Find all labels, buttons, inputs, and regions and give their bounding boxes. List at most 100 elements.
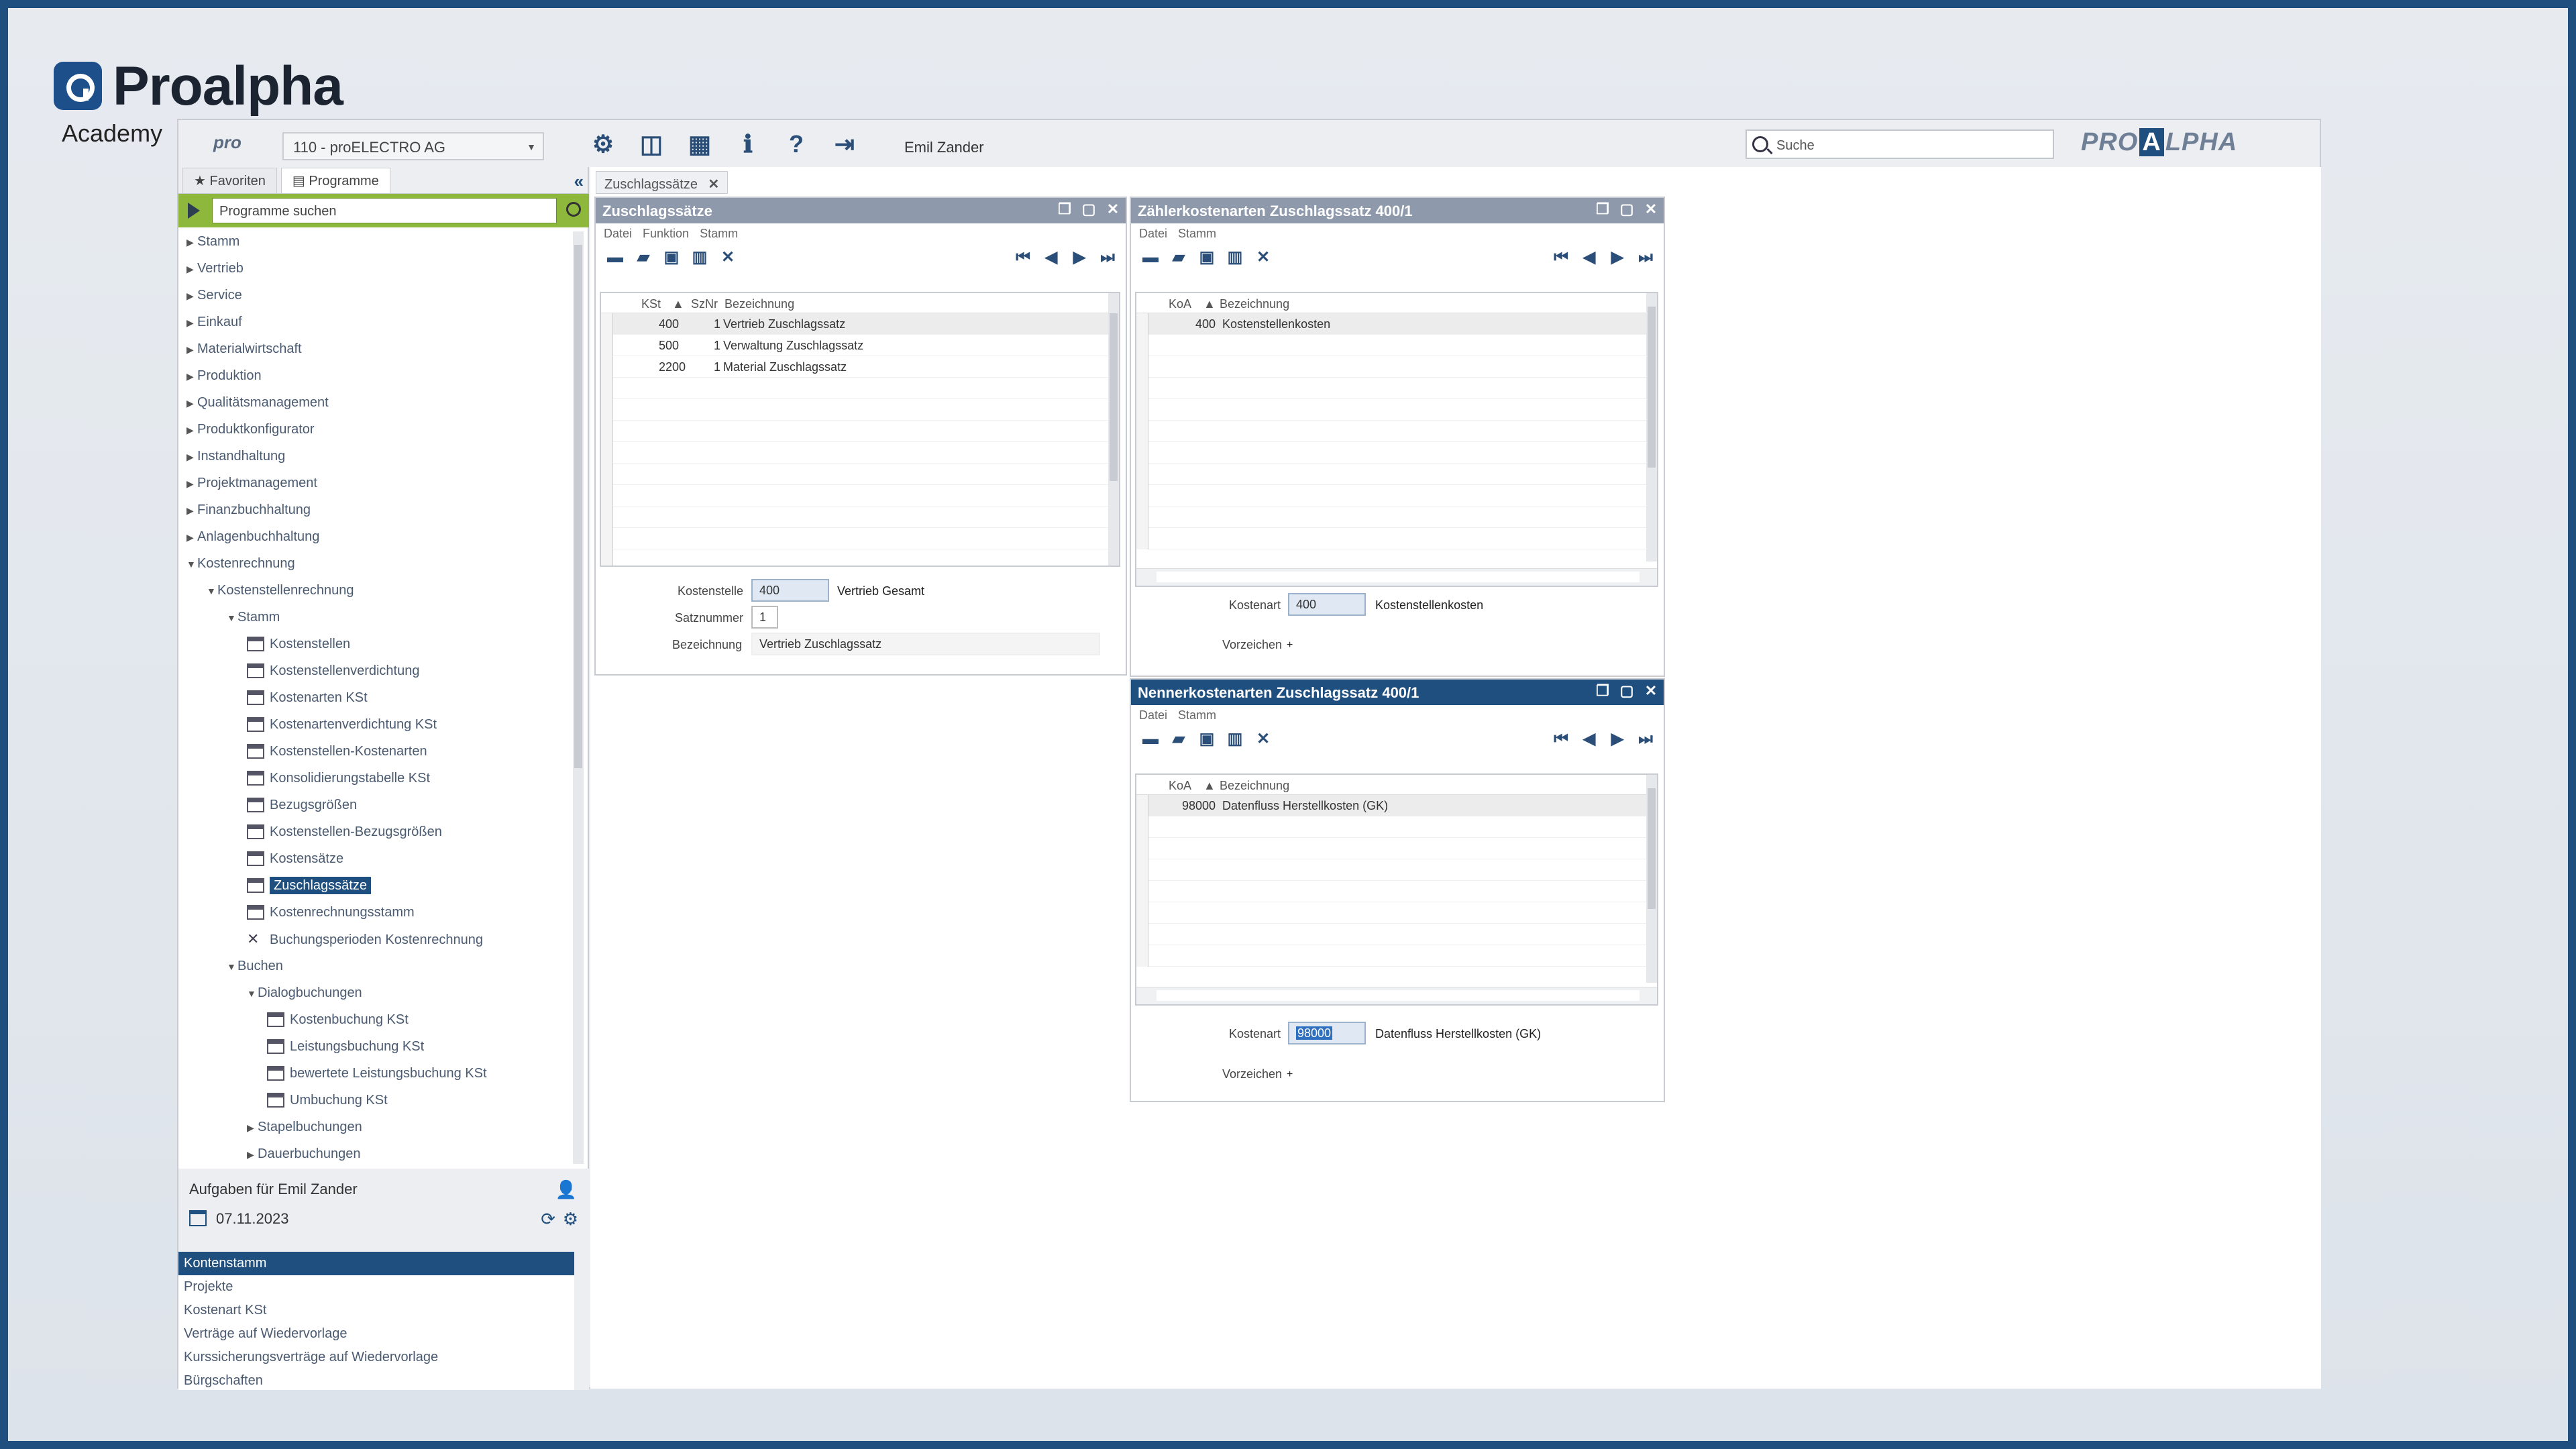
close-icon[interactable]: ✕ [1106,202,1120,217]
col-bezeichnung[interactable]: Bezeichnung [1220,297,1289,311]
open-folder-icon[interactable]: ▰ [1170,249,1187,266]
table-row[interactable]: 400 Kostenstellenkosten [1136,313,1657,335]
prev-record-icon[interactable]: ◀ [1580,249,1598,266]
tree-item[interactable]: Kostenstellen [247,634,350,654]
tree-item[interactable]: Leistungsbuchung KSt [267,1036,424,1057]
row-marker[interactable] [1136,859,1148,881]
restore-icon[interactable]: ❐ [1595,202,1610,217]
search-icon[interactable] [566,202,581,217]
grid-hscrollbar-track[interactable] [1157,990,1640,1001]
menu-datei[interactable]: Datei [1139,708,1167,722]
new-icon[interactable]: ▬ [606,249,624,266]
kostenstelle-field[interactable]: 400 [751,579,829,602]
menu-stamm[interactable]: Stamm [700,227,738,240]
task-item[interactable]: Kontenstamm [178,1252,574,1275]
chevron-right-icon[interactable]: ▶ [186,527,197,547]
chevron-right-icon[interactable]: ▶ [186,393,197,413]
table-row[interactable] [601,528,1119,549]
tree-item[interactable]: ▶ Materialwirtschaft [186,339,302,359]
vorzeichen-select[interactable]: + [1287,639,1293,651]
maximize-icon[interactable]: ▢ [1619,684,1634,698]
logout-icon[interactable]: ⇥ [830,130,859,158]
tree-item[interactable]: ▶ Produktkonfigurator [186,419,315,439]
table-row[interactable] [601,421,1119,442]
chevron-right-icon[interactable]: ▶ [186,232,197,252]
row-marker[interactable] [601,528,613,549]
table-row[interactable] [1136,399,1657,421]
tree-item[interactable]: ▶ Finanzbuchhaltung [186,500,311,520]
vorzeichen-select[interactable]: + [1287,1069,1293,1081]
tree-item[interactable]: Kostenartenverdichtung KSt [247,714,437,735]
delete-icon[interactable]: ▥ [1226,249,1244,266]
open-folder-icon[interactable]: ▰ [635,249,652,266]
kostenart-field[interactable]: 400 [1288,593,1366,616]
row-marker[interactable] [1136,485,1148,506]
grid-scrollbar-thumb[interactable] [1648,307,1656,468]
row-marker[interactable] [601,549,613,566]
save-icon[interactable]: ▣ [1198,731,1216,748]
row-marker[interactable] [601,464,613,485]
table-row[interactable] [1136,464,1657,485]
row-marker[interactable] [601,421,613,442]
tree-item[interactable]: Kostenbuchung KSt [267,1010,409,1030]
table-row[interactable] [1136,924,1657,945]
tree-item[interactable]: Kostenstellen-Bezugsgrößen [247,822,442,842]
col-bezeichnung[interactable]: Bezeichnung [1220,779,1289,793]
row-marker[interactable] [1136,795,1148,816]
table-row[interactable] [1136,421,1657,442]
grid-hscrollbar-track[interactable] [1157,572,1640,582]
chevron-right-icon[interactable]: ▶ [186,259,197,279]
chevron-right-icon[interactable]: ▶ [186,420,197,440]
table-row[interactable] [601,464,1119,485]
table-row[interactable] [601,549,1119,566]
table-row[interactable] [1136,945,1657,967]
maximize-icon[interactable]: ▢ [1619,202,1634,217]
tree-item[interactable]: ▼ Kostenstellenrechnung [207,580,354,600]
open-folder-icon[interactable]: ▰ [1170,731,1187,748]
grid-scrollbar[interactable] [1108,293,1119,566]
menu-stamm[interactable]: Stamm [1178,708,1216,722]
chevron-right-icon[interactable]: ▶ [186,500,197,521]
tree-item[interactable]: Zuschlagssätze [247,875,371,896]
tree-item[interactable]: ▼ Buchen [227,956,283,976]
chevron-right-icon[interactable]: ▶ [247,1118,258,1138]
chevron-down-icon[interactable]: ▼ [207,581,217,601]
panel-layout-icon[interactable]: ◫ [637,130,665,158]
next-record-icon[interactable]: ▶ [1609,731,1626,748]
close-icon[interactable]: ✕ [708,177,720,192]
row-marker[interactable] [1136,378,1148,399]
tab-programme[interactable]: ▤ Programme [280,168,390,193]
first-record-icon[interactable]: ⏮ [1552,249,1570,266]
task-item[interactable]: Kostenart KSt [178,1299,574,1322]
tree-item[interactable]: ▶ Vertrieb [186,258,244,278]
save-icon[interactable]: ▣ [663,249,680,266]
row-marker[interactable] [1136,945,1148,967]
chevron-down-icon[interactable]: ▼ [227,608,237,628]
grid-layout-icon[interactable]: ▦ [686,130,714,158]
save-icon[interactable]: ▣ [1198,249,1216,266]
grid-scrollbar[interactable] [1646,775,1657,983]
table-row[interactable] [1136,902,1657,924]
menu-stamm[interactable]: Stamm [1178,227,1216,240]
kostenart-field[interactable]: 98000 [1288,1022,1366,1044]
delete-icon[interactable]: ▥ [1226,731,1244,748]
tree-item[interactable]: Bezugsgrößen [247,795,357,815]
row-marker[interactable] [1136,442,1148,464]
row-marker[interactable] [601,313,613,335]
task-item[interactable]: Projekte [178,1275,574,1299]
tab-favoriten[interactable]: ★ Favoriten [182,168,277,193]
table-row[interactable] [1136,506,1657,528]
table-row[interactable] [601,485,1119,506]
refresh-icon[interactable]: ⟳ [541,1209,555,1230]
menu-datei[interactable]: Datei [604,227,632,240]
tree-item[interactable]: Umbuchung KSt [267,1090,388,1110]
chevron-right-icon[interactable]: ▶ [186,313,197,333]
tree-scrollbar[interactable] [573,231,584,1164]
table-row[interactable]: 400 1 Vertrieb Zuschlagssatz [601,313,1119,335]
close-icon[interactable]: ✕ [1644,202,1658,217]
maximize-icon[interactable]: ▢ [1081,202,1096,217]
restore-icon[interactable]: ❐ [1595,684,1610,698]
tree-item[interactable]: ▼ Stamm [227,607,280,627]
last-record-icon[interactable]: ⏭ [1099,249,1116,266]
chevron-right-icon[interactable]: ▶ [186,286,197,306]
